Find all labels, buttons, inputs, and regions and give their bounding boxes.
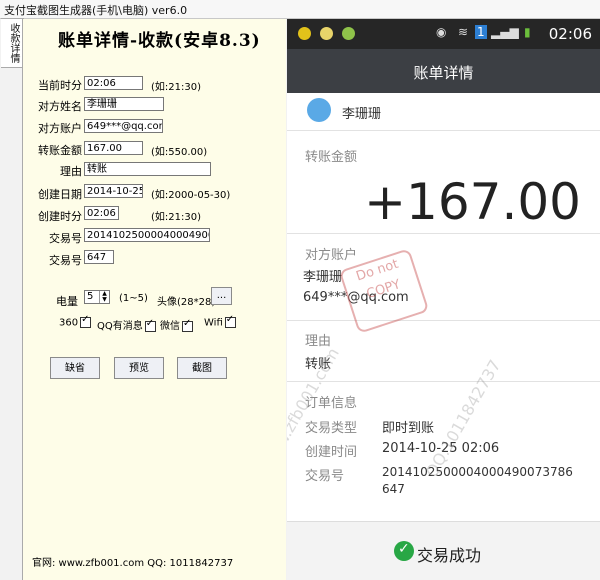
tab-receipt-details[interactable]: 收款详情 xyxy=(1,18,24,68)
screenshot-button[interactable]: 截图 xyxy=(177,357,227,379)
current-time-input[interactable]: 02:06 xyxy=(84,76,143,90)
default-button[interactable]: 缺省 xyxy=(50,357,100,379)
create-time-input[interactable]: 02:06 xyxy=(84,206,119,220)
name-label: 对方姓名 xyxy=(38,100,82,113)
reason-input[interactable]: 转账 xyxy=(84,162,211,176)
trade-no-input[interactable]: 2014102500004000490073786 xyxy=(84,228,210,242)
checkbox-wifi[interactable]: Wifi xyxy=(204,314,236,329)
battery-stepper[interactable]: 5 ▲ ▼ xyxy=(84,290,110,304)
reason-label: 理由 xyxy=(60,165,82,178)
account-label: 对方账户 xyxy=(38,122,82,135)
nav-bar: 账单详情 xyxy=(287,49,600,93)
check-icon xyxy=(182,318,193,332)
preview-button[interactable]: 预览 xyxy=(114,357,164,379)
battery-label: 电量 xyxy=(56,295,78,308)
generator-panel: 账单详情-收款(安卓8.3) 当前时分 02:06 (如:21:30) 对方姓名… xyxy=(22,19,286,580)
amount-label: 转账金额 xyxy=(38,144,82,157)
amount-caption: 转账金额 xyxy=(305,150,358,165)
eye-icon: ◉ xyxy=(436,25,447,39)
checkbox-wechat-label: 微信 xyxy=(160,321,180,332)
window-title: 支付宝截图生成器(手机\电脑) ver6.0 xyxy=(4,4,188,17)
checkbox-wifi-label: Wifi xyxy=(204,317,223,329)
tab-receipt-details-label: 收款详情 xyxy=(8,23,19,63)
checkbox-qq[interactable]: QQ有消息 xyxy=(97,317,156,332)
create-date-input[interactable]: 2014-10-25 xyxy=(84,184,143,198)
nav-title: 账单详情 xyxy=(413,64,474,82)
user-avatar-icon xyxy=(307,98,331,122)
status-time: 02:06 xyxy=(548,25,592,43)
amount-value: +167.00 xyxy=(364,173,581,231)
check-icon xyxy=(80,314,92,328)
trade-no-tail-input[interactable]: 647 xyxy=(84,250,114,264)
trade-no-label: 交易号 xyxy=(49,232,82,245)
trade-no-tail-value: 647 xyxy=(382,482,405,496)
trade-type-label: 交易类型 xyxy=(305,421,358,436)
battery-range: (1~5) xyxy=(119,293,148,304)
wifi-icon: ≋ xyxy=(458,25,469,39)
account-input[interactable]: 649***@qq.com xyxy=(84,119,163,133)
status-bar-bottom: 交易成功 xyxy=(287,521,600,580)
create-time-caption: 创建时间 xyxy=(305,445,358,460)
create-date-label: 创建日期 xyxy=(38,188,82,201)
divider xyxy=(287,233,600,234)
signal-icon: ▂▄▆ xyxy=(491,25,519,39)
success-check-icon xyxy=(394,541,414,561)
checkbox-wechat[interactable]: 微信 xyxy=(160,317,193,332)
check-icon xyxy=(144,318,156,332)
amount-input[interactable]: 167.00 xyxy=(84,141,143,155)
divider xyxy=(287,320,600,321)
stepper-arrows-icon[interactable]: ▲ ▼ xyxy=(99,291,109,303)
avatar-browse-button[interactable]: ... xyxy=(211,287,232,305)
name-input[interactable]: 李珊珊 xyxy=(84,97,164,111)
trade-no-caption: 交易号 xyxy=(305,469,345,484)
generator-heading: 账单详情-收款(安卓8.3) xyxy=(58,31,261,51)
avatar-label: 头像(28*28) xyxy=(157,297,216,308)
battery-value: 5 xyxy=(87,291,94,302)
current-time-hint: (如:21:30) xyxy=(151,82,201,93)
current-time-label: 当前时分 xyxy=(38,79,82,92)
divider xyxy=(287,130,600,131)
divider xyxy=(287,381,600,382)
account-name: 李珊珊 xyxy=(303,270,343,285)
sim-icon: 1 xyxy=(475,25,487,39)
window-titlebar: 支付宝截图生成器(手机\电脑) ver6.0 xyxy=(0,0,600,19)
watermark-qq: QQ:1011842737 xyxy=(421,356,505,481)
check-icon xyxy=(224,314,236,328)
account-caption: 对方账户 xyxy=(305,248,358,263)
contact-name: 李珊珊 xyxy=(342,107,382,122)
wechat-icon xyxy=(342,27,355,40)
battery-icon: ▮ xyxy=(524,25,531,39)
trade-no-value: 2014102500004000490073786 xyxy=(382,465,573,479)
amount-hint: (如:550.00) xyxy=(151,147,208,158)
create-time-label: 创建时分 xyxy=(38,210,82,223)
checkbox-qq-label: QQ有消息 xyxy=(97,321,143,332)
trade-type-value: 即时到账 xyxy=(382,421,435,436)
footer-website: 官网: www.zfb001.com QQ: 1011842737 xyxy=(32,558,234,569)
create-date-hint: (如:2000-05-30) xyxy=(151,190,231,201)
create-time-hint: (如:21:30) xyxy=(151,212,201,223)
phone-preview: ◉ ≋ 1 ▂▄▆ ▮ 02:06 账单详情 李珊珊 转账金额 +167.00 … xyxy=(287,19,600,580)
app-360-icon xyxy=(298,27,311,40)
trade-status: 交易成功 xyxy=(417,546,482,565)
trade-no-tail-label: 交易号 xyxy=(49,254,82,267)
checkbox-360-label: 360 xyxy=(59,317,79,329)
android-status-bar: ◉ ≋ 1 ▂▄▆ ▮ 02:06 xyxy=(287,19,600,49)
qq-icon xyxy=(320,27,333,40)
checkbox-360[interactable]: 360 xyxy=(59,314,92,329)
